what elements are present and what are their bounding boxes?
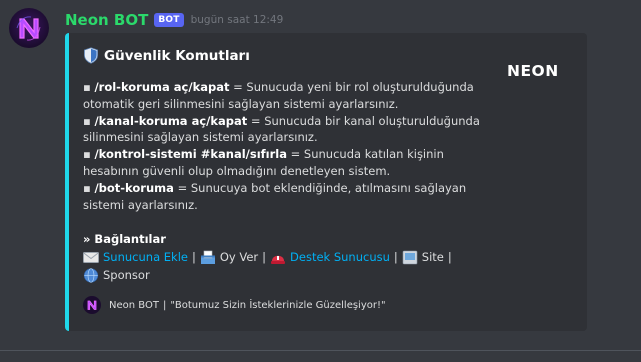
support-icon bbox=[271, 255, 286, 264]
add-server-link[interactable]: Sunucuna Ekle bbox=[103, 248, 188, 266]
bot-tag-badge: BOT bbox=[154, 13, 184, 27]
sponsor-link[interactable]: Sponsor bbox=[103, 266, 150, 284]
embed-thumbnail-logo[interactable]: NEON bbox=[507, 62, 559, 80]
command-name: /kanal-koruma aç/kapat bbox=[94, 113, 248, 128]
embed-footer: Neon BOT | "Botumuz Sizin İsteklerinizle… bbox=[83, 296, 386, 314]
command-name: /bot-koruma bbox=[94, 180, 174, 195]
footer-text: "Botumuz Sizin İsteklerinizle Güzelleşiy… bbox=[170, 299, 386, 311]
command-line: ▪ /rol-koruma aç/kapat = Sunucuda yeni b… bbox=[83, 80, 474, 94]
command-line: sistemi ayarlarsınız. bbox=[83, 197, 198, 212]
command-name: /rol-koruma aç/kapat bbox=[94, 80, 230, 94]
ballot-box-icon bbox=[200, 250, 215, 264]
embed-title-text: Güvenlik Komutları bbox=[104, 47, 250, 64]
embed-title: Güvenlik Komutları bbox=[83, 47, 250, 64]
links-section: Sunucuna Ekle | Oy Ver | Destek Sunucusu… bbox=[83, 248, 483, 284]
embed-card: Güvenlik Komutları NEON ▪ /rol-koruma aç… bbox=[65, 33, 587, 331]
neon-n-logo-icon bbox=[16, 16, 41, 41]
footer-avatar bbox=[83, 296, 101, 314]
footer-name: Neon BOT bbox=[109, 299, 159, 311]
command-line: ▪ /kontrol-sistemi #kanal/sıfırla = Sunu… bbox=[83, 147, 444, 162]
bot-username[interactable]: Neon BOT bbox=[65, 11, 148, 29]
message-timestamp: bugün saat 12:49 bbox=[190, 14, 284, 26]
embed-description: ▪ /rol-koruma aç/kapat = Sunucuda yeni b… bbox=[83, 79, 503, 213]
chat-message: Neon BOT BOT bugün saat 12:49 Güvenlik K… bbox=[0, 0, 641, 362]
globe-icon bbox=[83, 267, 99, 283]
bot-avatar[interactable] bbox=[9, 8, 49, 48]
command-line: ▪ /kanal-koruma aç/kapat = Sunucuda bir … bbox=[83, 113, 480, 128]
support-server-link[interactable]: Destek Sunucusu bbox=[290, 248, 390, 266]
globe-screen-icon bbox=[402, 250, 418, 264]
neon-n-logo-icon bbox=[87, 300, 97, 310]
site-link[interactable]: Site bbox=[422, 248, 444, 266]
links-heading: » Bağlantılar bbox=[83, 232, 166, 246]
envelope-icon bbox=[83, 251, 99, 263]
command-line: otomatik geri silinmesini sağlayan siste… bbox=[83, 96, 399, 111]
command-line: ▪ /bot-koruma = Sunucuya bot eklendiğind… bbox=[83, 180, 467, 195]
message-header: Neon BOT BOT bugün saat 12:49 bbox=[65, 10, 283, 30]
command-name: /kontrol-sistemi #kanal/sıfırla bbox=[94, 147, 287, 162]
shield-icon bbox=[84, 47, 98, 64]
command-line: silinmesini sağlayan sistemi ayarlarsını… bbox=[83, 130, 318, 145]
vote-link[interactable]: Oy Ver bbox=[220, 248, 258, 266]
message-divider bbox=[0, 350, 641, 351]
command-line: hesabının güvenli olup olmadığını denetl… bbox=[83, 163, 391, 178]
